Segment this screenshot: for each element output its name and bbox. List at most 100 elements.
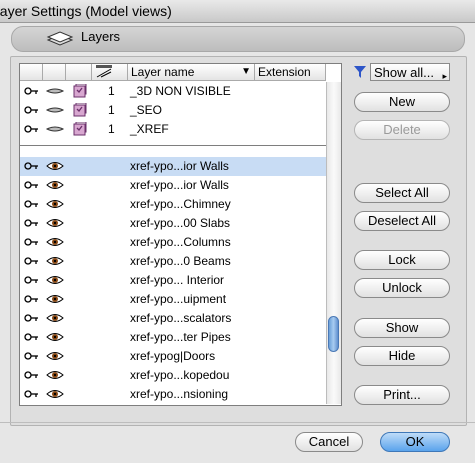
layer-row[interactable]: xref-ypo...ior Walls — [20, 157, 326, 176]
special-layer-row[interactable]: 1 _XREF — [20, 120, 326, 139]
scrollbar-thumb[interactable] — [328, 316, 339, 352]
layer-row[interactable]: xref-ypo...kopedou — [20, 366, 326, 385]
layer-name: xref-ypo...00 Slabs — [130, 216, 231, 230]
unlocked-icon[interactable] — [24, 255, 40, 267]
filter-funnel-icon — [354, 66, 366, 78]
unlocked-icon[interactable] — [24, 331, 40, 343]
layer-name: xref-ypo...ter Pipes — [130, 330, 231, 344]
visible-eye-icon[interactable] — [46, 369, 64, 381]
wireframe-solid-icon[interactable] — [72, 84, 88, 98]
select-all-button[interactable]: Select All — [354, 183, 450, 203]
show-all-label: Show all... — [374, 65, 434, 80]
layer-name: xref-ypog|Doors — [130, 349, 216, 363]
unlocked-icon[interactable] — [24, 312, 40, 324]
unlocked-icon[interactable] — [24, 350, 40, 362]
unlocked-icon[interactable] — [24, 217, 40, 229]
visible-eye-icon[interactable] — [46, 179, 64, 191]
hidden-eye-icon[interactable] — [46, 123, 64, 135]
layer-filter[interactable]: Show all... ▸ — [354, 63, 450, 81]
layer-row[interactable]: xref-ypo...0 Beams — [20, 252, 326, 271]
print-button[interactable]: Print... — [354, 385, 450, 405]
unlocked-icon[interactable] — [24, 369, 40, 381]
window-title: Layer Settings (Model views) — [0, 3, 172, 19]
visible-eye-icon[interactable] — [46, 331, 64, 343]
intersection-group-number: 1 — [108, 84, 115, 98]
layer-row[interactable]: xref-ypog|Doors — [20, 347, 326, 366]
wireframe-solid-icon[interactable] — [72, 103, 88, 117]
layer-name: xref-ypo...scalators — [130, 311, 232, 325]
layers-header-label: Layers — [81, 29, 121, 44]
layer-name: _XREF — [130, 122, 169, 136]
extension-column-header[interactable]: Extension — [255, 64, 326, 81]
show-button[interactable]: Show — [354, 318, 450, 338]
new-button[interactable]: New — [354, 92, 450, 112]
wireframe-solid-icon[interactable] — [72, 122, 88, 136]
special-layer-row[interactable]: 1 _SEO — [20, 101, 326, 120]
unlocked-icon[interactable] — [24, 274, 40, 286]
deselect-all-button[interactable]: Deselect All — [354, 211, 450, 231]
layer-name: xref-ypo...0 Beams — [130, 254, 231, 268]
layer-name: xref-ypo...Columns — [130, 235, 231, 249]
layer-name: xref-ypo... Interior — [130, 273, 225, 287]
cancel-button[interactable]: Cancel — [295, 432, 363, 452]
layer-row[interactable]: xref-ypo...Chimney — [20, 195, 326, 214]
layer-row[interactable]: xref-ypo...nsioning — [20, 385, 326, 404]
layer-name: xref-ypo...Chimney — [130, 197, 231, 211]
layer-name: xref-ypo...ior Walls — [130, 178, 229, 192]
layer-row[interactable]: xref-ypo...uipment — [20, 290, 326, 309]
hide-button[interactable]: Hide — [354, 346, 450, 366]
layer-name: xref-ypo...ior Walls — [130, 159, 229, 173]
visible-eye-icon[interactable] — [46, 312, 64, 324]
intersection-group-number: 1 — [108, 122, 115, 136]
visible-eye-icon[interactable] — [46, 388, 64, 400]
unlocked-icon[interactable] — [24, 85, 40, 97]
layer-row[interactable]: xref-ypo...Columns — [20, 233, 326, 252]
unlocked-icon[interactable] — [24, 160, 40, 172]
layer-name: xref-ypo...uipment — [130, 292, 227, 306]
delete-button[interactable]: Delete — [354, 120, 450, 140]
visibility-column-header[interactable] — [43, 64, 66, 81]
unlocked-icon[interactable] — [24, 198, 40, 210]
unlock-button[interactable]: Unlock — [354, 278, 450, 298]
layer-row[interactable]: xref-ypo... Interior — [20, 271, 326, 290]
layer-row[interactable]: xref-ypo...scalators — [20, 309, 326, 328]
lock-column-icon — [23, 64, 37, 76]
list-scrollbar[interactable] — [326, 82, 341, 404]
layer-list[interactable]: Layer name ▼ Extension 1 _3D NON VISIBLE 1… — [19, 63, 342, 406]
lock-column-header[interactable] — [20, 64, 43, 81]
lock-button[interactable]: Lock — [354, 250, 450, 270]
layer-name: _3D NON VISIBLE — [130, 84, 231, 98]
layer-name-header-label: Layer name — [131, 65, 195, 79]
ok-button[interactable]: OK — [380, 432, 450, 452]
intersection-group-number: 1 — [108, 103, 115, 117]
intersection-group-icon — [96, 65, 112, 78]
footer-divider — [0, 422, 475, 423]
visible-eye-icon[interactable] — [46, 274, 64, 286]
wireframe-column-header[interactable] — [66, 64, 92, 81]
layer-row[interactable]: xref-ypo...ior Walls — [20, 176, 326, 195]
layers-header — [11, 26, 465, 52]
unlocked-icon[interactable] — [24, 123, 40, 135]
hidden-eye-icon[interactable] — [46, 85, 64, 97]
unlocked-icon[interactable] — [24, 236, 40, 248]
visible-eye-icon[interactable] — [46, 350, 64, 362]
layer-name-column-header[interactable]: Layer name ▼ — [128, 64, 255, 81]
intersection-group-column-header[interactable] — [92, 64, 128, 81]
layer-row[interactable]: xref-ypo...00 Slabs — [20, 214, 326, 233]
extension-header-label: Extension — [258, 65, 311, 79]
layer-name: xref-ypo...kopedou — [130, 368, 230, 382]
visible-eye-icon[interactable] — [46, 217, 64, 229]
visible-eye-icon[interactable] — [46, 293, 64, 305]
unlocked-icon[interactable] — [24, 179, 40, 191]
layer-row[interactable]: xref-ypo...ter Pipes — [20, 328, 326, 347]
unlocked-icon[interactable] — [24, 104, 40, 116]
visible-eye-icon[interactable] — [46, 236, 64, 248]
visible-eye-icon[interactable] — [46, 160, 64, 172]
special-layer-row[interactable]: 1 _3D NON VISIBLE — [20, 82, 326, 101]
unlocked-icon[interactable] — [24, 388, 40, 400]
unlocked-icon[interactable] — [24, 293, 40, 305]
hidden-eye-icon[interactable] — [46, 104, 64, 116]
visible-eye-icon[interactable] — [46, 255, 64, 267]
visible-eye-icon[interactable] — [46, 198, 64, 210]
show-all-dropdown[interactable]: Show all... ▸ — [370, 63, 450, 81]
